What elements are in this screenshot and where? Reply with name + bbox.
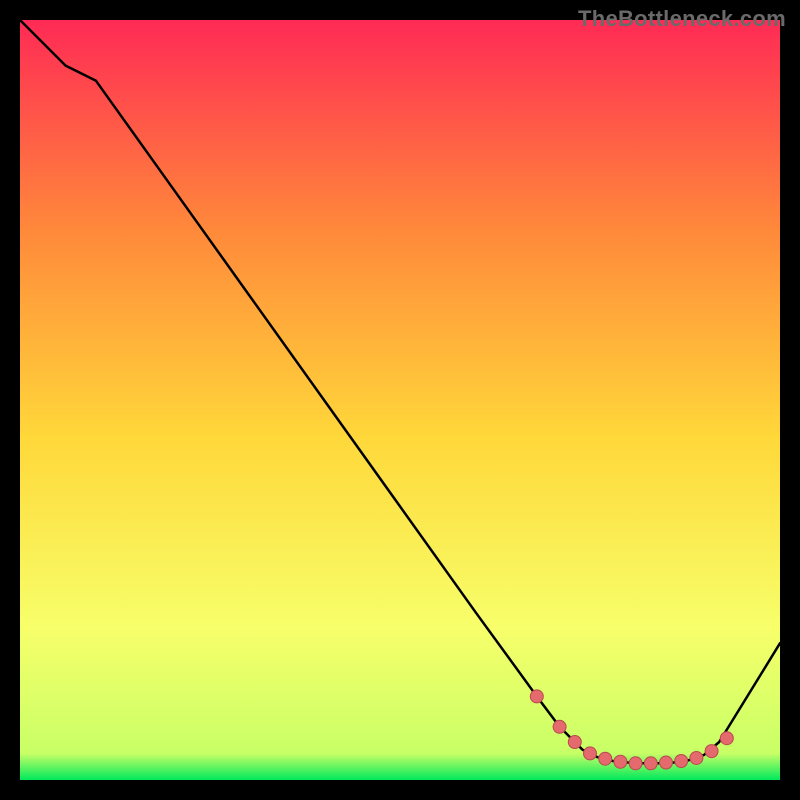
curve-marker xyxy=(644,757,657,770)
curve-marker xyxy=(675,755,688,768)
stage: TheBottleneck.com xyxy=(0,0,800,800)
plot-frame xyxy=(20,20,780,780)
curve-marker xyxy=(690,751,703,764)
curve-marker xyxy=(705,745,718,758)
curve-marker xyxy=(568,736,581,749)
watermark-text: TheBottleneck.com xyxy=(578,6,786,32)
curve-marker xyxy=(553,720,566,733)
curve-marker xyxy=(629,757,642,770)
curve-marker xyxy=(614,755,627,768)
curve-marker xyxy=(530,690,543,703)
curve-marker xyxy=(720,732,733,745)
curve-marker xyxy=(660,756,673,769)
curve-marker xyxy=(599,752,612,765)
plot-svg xyxy=(20,20,780,780)
curve-marker xyxy=(584,747,597,760)
